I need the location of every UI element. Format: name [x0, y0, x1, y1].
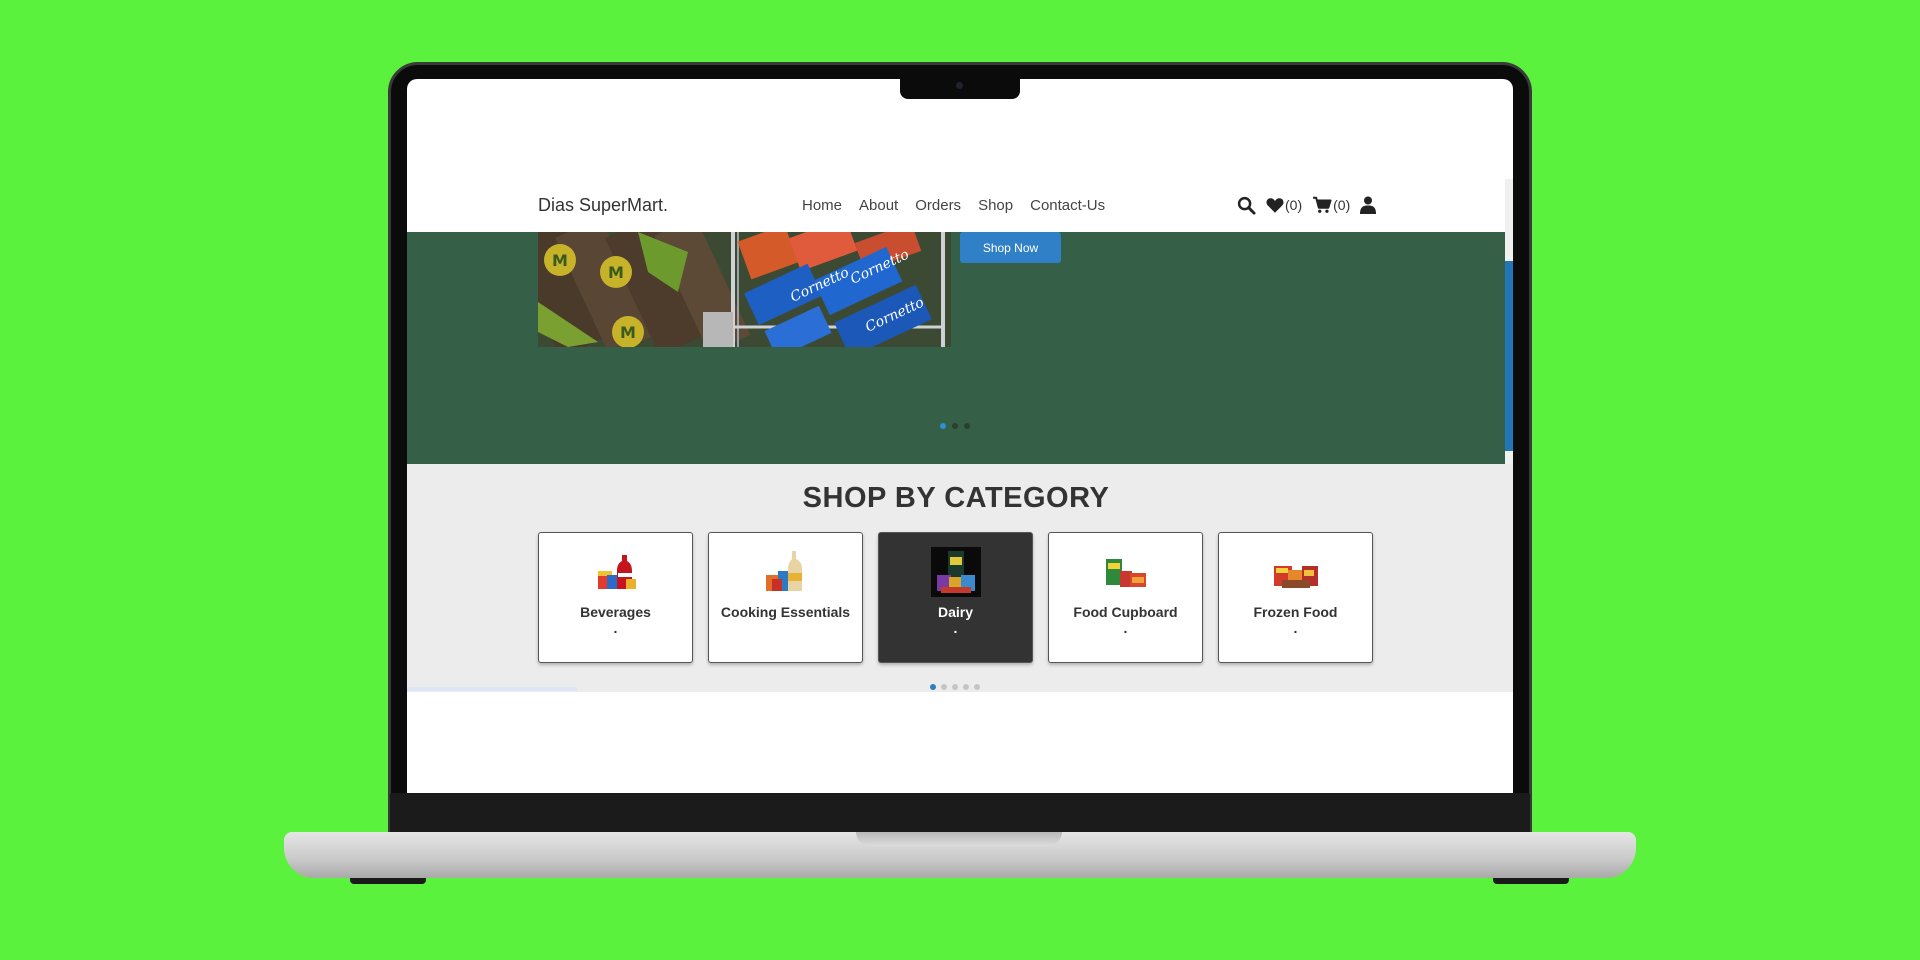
category-card-frozen-food[interactable]: Frozen Food . — [1218, 532, 1373, 663]
category-card-food-cupboard[interactable]: Food Cupboard . — [1048, 532, 1203, 663]
category-cards: Beverages . Cooking Essentials Dairy . F… — [538, 532, 1373, 663]
category-image-food-cupboard — [1101, 547, 1151, 597]
category-image-beverages — [591, 547, 641, 597]
category-card-beverages[interactable]: Beverages . — [538, 532, 693, 663]
wishlist-count: (0) — [1285, 197, 1303, 213]
category-indicator-2[interactable] — [941, 684, 947, 690]
laptop-chin — [390, 793, 1530, 833]
svg-text:M: M — [552, 251, 568, 270]
nav-link-about[interactable]: About — [859, 197, 898, 214]
search-icon — [1237, 196, 1256, 215]
category-sub-frozen-food: . — [1293, 620, 1298, 636]
brand-logo[interactable]: Dias SuperMart. — [538, 178, 668, 232]
nav-link-orders[interactable]: Orders — [915, 197, 961, 214]
camera-notch — [900, 79, 1020, 99]
category-image-dairy — [930, 547, 981, 597]
category-card-cooking-essentials[interactable]: Cooking Essentials — [708, 532, 863, 663]
category-carousel-indicators — [930, 684, 980, 690]
category-sub-food-cupboard: . — [1123, 620, 1128, 636]
navbar: Dias SuperMart. Home About Orders Shop C… — [407, 178, 1505, 232]
category-label-cooking-essentials: Cooking Essentials — [720, 604, 851, 620]
svg-text:M: M — [620, 323, 636, 342]
category-sub-dairy: . — [953, 620, 958, 636]
hero-indicator-3[interactable] — [964, 423, 970, 429]
laptop-foot-left — [350, 878, 426, 884]
nav-link-contact[interactable]: Contact-Us — [1030, 197, 1105, 214]
laptop-screen: Dias SuperMart. Home About Orders Shop C… — [407, 79, 1513, 793]
category-indicator-1[interactable] — [930, 684, 936, 690]
category-image-frozen-food — [1271, 547, 1321, 597]
category-indicator-4[interactable] — [963, 684, 969, 690]
category-image-cooking-essentials — [761, 547, 811, 597]
category-card-dairy[interactable]: Dairy . — [878, 532, 1033, 663]
cart-count: (0) — [1333, 197, 1351, 213]
category-indicator-3[interactable] — [952, 684, 958, 690]
laptop-base-groove — [856, 832, 1062, 846]
category-progress-bar — [407, 687, 577, 691]
user-icon — [1360, 196, 1377, 214]
nav-link-shop[interactable]: Shop — [978, 197, 1013, 214]
section-title: SHOP BY CATEGORY — [802, 482, 1110, 514]
nav-link-home[interactable]: Home — [802, 197, 842, 214]
account-button[interactable] — [1360, 196, 1377, 214]
wishlist-button[interactable]: (0) — [1266, 197, 1302, 214]
nav-links: Home About Orders Shop Contact-Us — [802, 178, 1105, 232]
nav-icons: (0) (0) — [1237, 178, 1377, 232]
hero-carousel: M M M Cornetto Cornetto Cornetto Shop No… — [407, 232, 1505, 464]
cart-button[interactable]: (0) — [1312, 196, 1350, 214]
category-indicator-5[interactable] — [974, 684, 980, 690]
hero-indicator-2[interactable] — [952, 423, 958, 429]
shop-now-button[interactable]: Shop Now — [960, 232, 1061, 263]
heart-icon — [1266, 197, 1284, 213]
hero-indicator-1[interactable] — [940, 423, 946, 429]
cart-icon — [1313, 196, 1332, 213]
category-sub-beverages: . — [613, 620, 618, 636]
laptop-foot-right — [1493, 878, 1569, 884]
hero-image-ice-cream: M M M Cornetto Cornetto Cornetto — [538, 232, 951, 347]
scrollbar-thumb[interactable] — [1505, 261, 1513, 451]
category-section: SHOP BY CATEGORY Beverages . Cooking Ess… — [407, 464, 1513, 692]
svg-text:M: M — [608, 263, 624, 282]
hero-carousel-indicators — [940, 423, 970, 429]
search-button[interactable] — [1237, 196, 1256, 215]
